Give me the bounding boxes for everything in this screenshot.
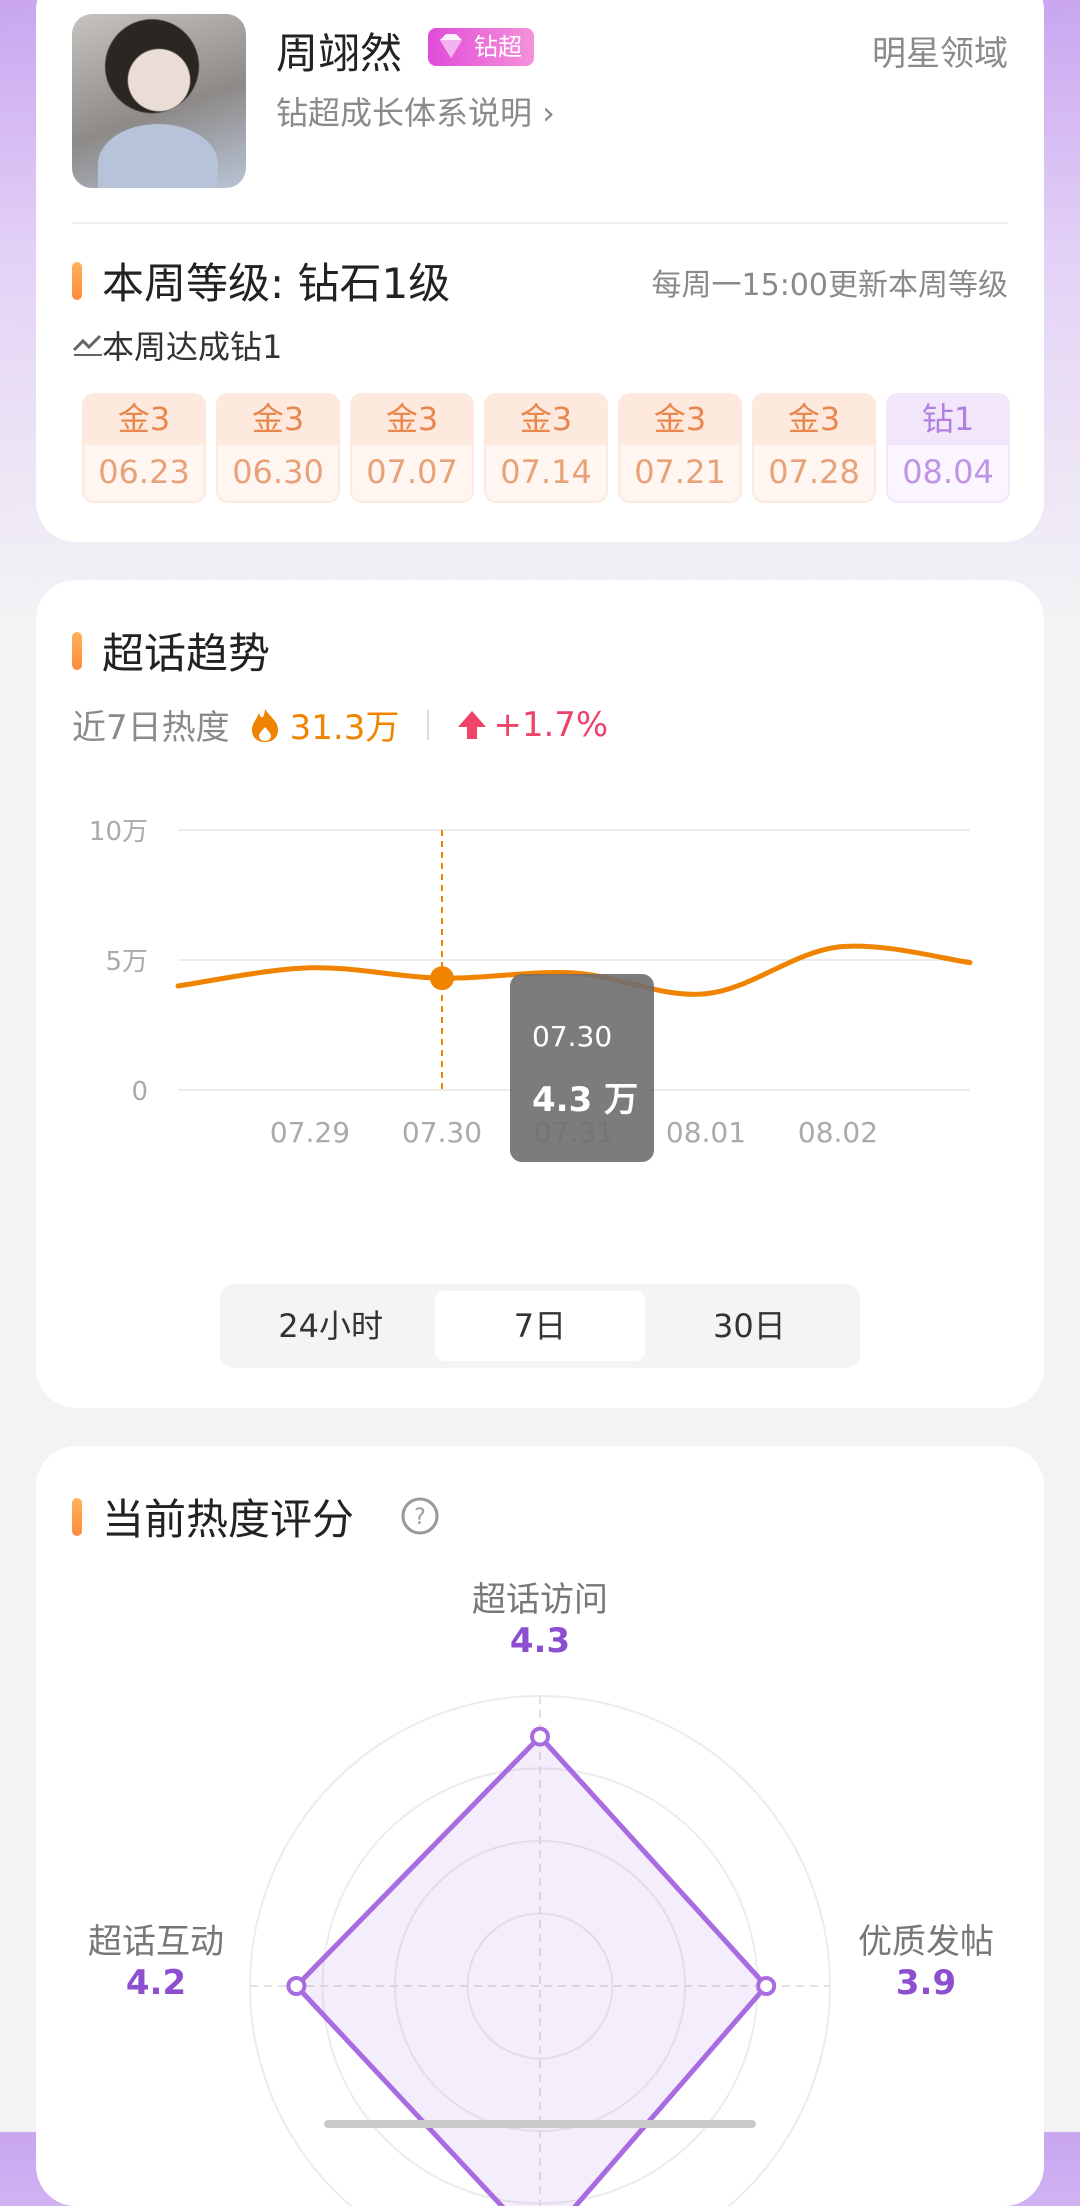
radar-area (293, 1734, 769, 2206)
star-domain-link[interactable]: 明星领域 (872, 26, 1008, 75)
week-date: 07.28 (752, 445, 876, 503)
trend-card: 超话趋势 近7日热度 31.3万 +1.7% 0 5万 10万 07.29 07.30 0… (36, 580, 1044, 1408)
axis-value: 4.3 (509, 1621, 571, 1661)
diamond-icon (440, 34, 462, 58)
axis-label: 超话访问 (472, 1580, 608, 1620)
chart-tooltip: 07.30 4.3 万 (510, 974, 654, 1162)
week-level-item-current: 钻1 08.04 (886, 393, 1010, 503)
radar-point (286, 1976, 307, 1996)
radar-axis-interaction: 超话互动 4.2 (86, 1914, 226, 2003)
week-level-item: 金3 07.07 (350, 393, 474, 503)
separator (427, 709, 430, 740)
x-tick-label: 08.02 (798, 1116, 878, 1149)
radar-chart (249, 1695, 831, 2206)
week-level-item: 金3 07.28 (752, 393, 876, 503)
fire-icon (251, 708, 278, 742)
x-tick-label: 08.01 (666, 1116, 746, 1149)
week-level-item: 金3 07.14 (484, 393, 608, 503)
x-tick-label: 07.30 (402, 1116, 482, 1149)
diamond-badge[interactable]: 钻超 (428, 28, 534, 66)
week-date: 08.04 (886, 445, 1010, 503)
range-30d[interactable]: 30日 (645, 1291, 854, 1361)
trend-up-icon (72, 334, 102, 356)
home-indicator (324, 2120, 756, 2128)
y-tick-label: 10万 (89, 817, 148, 847)
arrow-up-icon (458, 710, 487, 739)
weekly-achievement: 本周达成钻1 (102, 328, 283, 366)
level-update-note: 每周一15:00更新本周等级 (651, 268, 1008, 303)
range-7d[interactable]: 7日 (435, 1291, 645, 1361)
radar-axis-quality-posts: 优质发帖 3.9 (856, 1914, 996, 2003)
axis-label: 超话互动 (88, 1922, 224, 1962)
trend-title: 超话趋势 (102, 629, 271, 678)
radar-axis-visits: 超话访问 4.3 (440, 1572, 640, 1661)
week-date: 07.07 (350, 445, 474, 503)
growth-system-link[interactable]: 钻超成长体系说明 › (276, 88, 555, 134)
x-tick-label: 07.29 (270, 1116, 350, 1149)
week-level: 金3 (484, 393, 608, 445)
heat-summary: 近7日热度 31.3万 +1.7% (72, 700, 608, 749)
y-tick-label: 0 (131, 1077, 148, 1107)
section-accent (72, 632, 82, 670)
radar-point (530, 1726, 550, 1747)
week-date: 07.21 (618, 445, 742, 503)
week-level: 金3 (82, 393, 206, 445)
avatar[interactable] (72, 14, 246, 188)
weekly-level-history: 金3 06.23 金3 06.30 金3 07.07 金3 07.14 金3 07.21 … (82, 393, 1010, 503)
heat-change: +1.7% (493, 704, 609, 745)
week-level-item: 金3 06.30 (216, 393, 340, 503)
week-date: 06.30 (216, 445, 340, 503)
radar-point (756, 1976, 777, 1996)
axis-value: 4.2 (125, 1963, 187, 2003)
star-name: 周翊然 (276, 29, 403, 78)
tooltip-value: 4.3 万 (532, 1080, 639, 1120)
week-date: 07.14 (484, 445, 608, 503)
highlight-point (430, 966, 454, 991)
range-24h[interactable]: 24小时 (226, 1291, 435, 1361)
axis-value: 3.9 (895, 1963, 957, 2003)
time-range-selector: 24小时 7日 30日 (220, 1284, 860, 1368)
badge-label: 钻超 (474, 33, 522, 61)
heat-score-card: 当前热度评分 ? 超话访问 4.3 优质发帖 3.9 超话互动 4.2 (36, 1446, 1044, 2206)
week-level-item: 金3 07.21 (618, 393, 742, 503)
week-level: 金3 (618, 393, 742, 445)
week-level: 金3 (216, 393, 340, 445)
week-level-item: 金3 06.23 (82, 393, 206, 503)
axis-label: 优质发帖 (858, 1922, 994, 1962)
week-level: 金3 (752, 393, 876, 445)
week-date: 06.23 (82, 445, 206, 503)
tooltip-date: 07.30 (532, 1020, 613, 1053)
divider (72, 222, 1008, 224)
weekly-level-title: 本周等级: 钻石1级 (102, 259, 451, 308)
profile-card: 周翊然 钻超 明星领域 钻超成长体系说明 › 本周等级: 钻石1级 每周一15:… (36, 0, 1044, 542)
section-accent (72, 262, 82, 300)
heat-label: 近7日热度 (72, 708, 230, 748)
week-level: 金3 (350, 393, 474, 445)
y-tick-label: 5万 (105, 947, 148, 977)
heat-value: 31.3万 (289, 708, 400, 748)
week-level: 钻1 (886, 393, 1010, 445)
